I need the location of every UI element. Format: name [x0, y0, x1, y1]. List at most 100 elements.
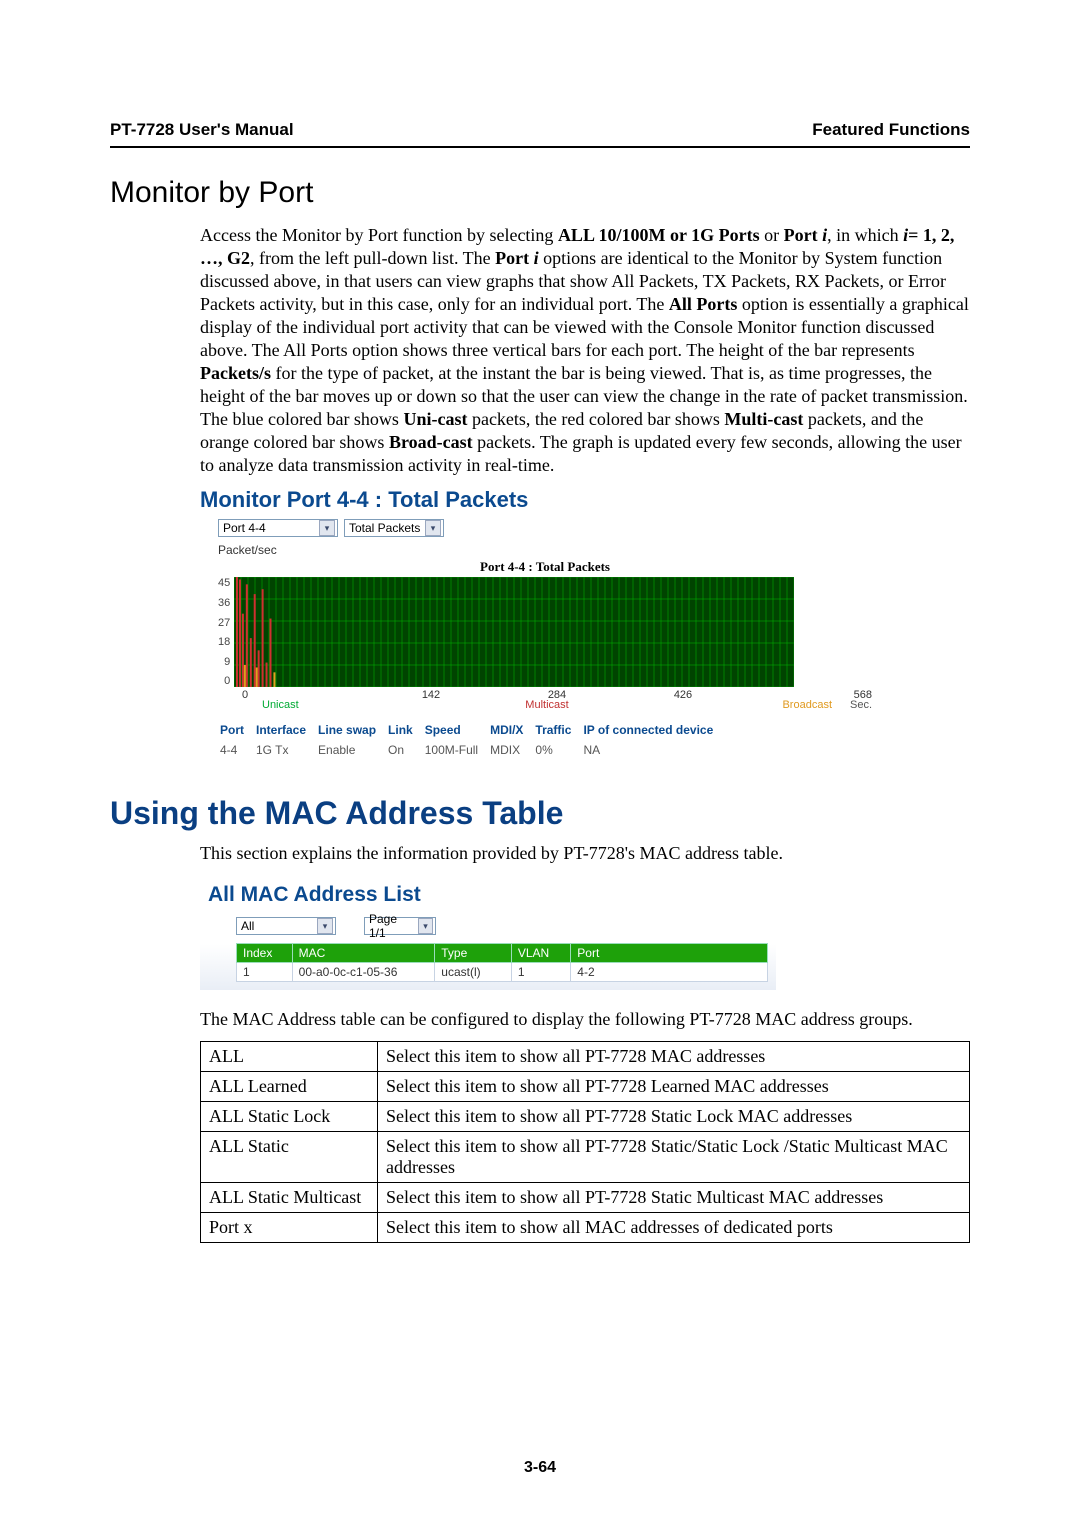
table-row: Port xSelect this item to show all MAC a…	[201, 1213, 970, 1243]
text-run: All Ports	[669, 294, 737, 314]
text-run: Uni-cast	[403, 409, 467, 429]
port-select[interactable]: Port 4-4 ▾	[218, 519, 338, 537]
text-run: packets, the red colored bar shows	[467, 409, 724, 429]
mac-intro: This section explains the information pr…	[200, 842, 970, 865]
info-value-cell: NA	[583, 741, 723, 759]
mac-col-header: MAC	[292, 944, 435, 963]
mac-address-panel: All MAC Address List All ▾ Page 1/1 ▾ In…	[200, 875, 776, 990]
text-run: Packets/s	[200, 363, 271, 383]
page-number: 3-64	[0, 1459, 1080, 1477]
info-header-cell: Link	[388, 721, 423, 739]
mac-cell: 1	[237, 963, 293, 982]
info-value-cell: MDIX	[490, 741, 533, 759]
port-select-value: Port 4-4	[223, 521, 266, 535]
text-run: ALL 10/100M or 1G Ports	[558, 225, 760, 245]
desc-key: ALL	[201, 1042, 378, 1072]
info-header-cell: Speed	[425, 721, 488, 739]
metric-select[interactable]: Total Packets ▾	[344, 519, 444, 537]
legend-multicast: Multicast	[452, 699, 642, 711]
port-info-table: PortInterfaceLine swapLinkSpeedMDI/XTraf…	[218, 719, 725, 761]
mac-filter-value: All	[241, 919, 254, 933]
info-value-cell: 4-4	[220, 741, 254, 759]
table-row: ALL LearnedSelect this item to show all …	[201, 1072, 970, 1102]
chart-yticks: 45 36 27 18 9 0	[218, 577, 234, 687]
header-right: Featured Functions	[812, 120, 970, 140]
text-run: Multi-cast	[724, 409, 803, 429]
desc-intro: The MAC Address table can be configured …	[200, 1008, 970, 1031]
mac-address-table: IndexMACTypeVLANPort 100-a0-0c-c1-05-36u…	[236, 943, 768, 982]
info-header-cell: Interface	[256, 721, 316, 739]
ytick: 0	[224, 675, 230, 687]
info-header-cell: IP of connected device	[583, 721, 723, 739]
info-header-cell: MDI/X	[490, 721, 533, 739]
table-row: ALLSelect this item to show all PT-7728 …	[201, 1042, 970, 1072]
chevron-down-icon: ▾	[418, 918, 433, 934]
info-header-cell: Traffic	[535, 721, 581, 739]
legend-sec: Sec.	[832, 699, 872, 711]
mac-page-select[interactable]: Page 1/1 ▾	[364, 917, 436, 935]
info-value-cell: 1G Tx	[256, 741, 316, 759]
mac-filter-select[interactable]: All ▾	[236, 917, 336, 935]
ytick: 9	[224, 656, 230, 668]
desc-key: ALL Static Multicast	[201, 1183, 378, 1213]
chevron-down-icon: ▾	[425, 520, 441, 536]
ytick: 27	[218, 617, 230, 629]
chevron-down-icon: ▾	[317, 918, 333, 934]
desc-value: Select this item to show all PT-7728 Sta…	[378, 1132, 970, 1183]
chart-legend: Unicast Multicast Broadcast Sec.	[242, 699, 872, 711]
desc-value: Select this item to show all PT-7728 Sta…	[378, 1183, 970, 1213]
monitor-by-port-paragraph: Access the Monitor by Port function by s…	[200, 224, 970, 477]
text-run: or	[760, 225, 784, 245]
table-row: ALL StaticSelect this item to show all P…	[201, 1132, 970, 1183]
monitor-panel-title: Monitor Port 4-4 : Total Packets	[200, 487, 872, 513]
desc-value: Select this item to show all PT-7728 MAC…	[378, 1042, 970, 1072]
monitor-port-panel: Monitor Port 4-4 : Total Packets Port 4-…	[200, 487, 872, 761]
chart-subtitle: Port 4-4 : Total Packets	[218, 559, 872, 575]
mac-panel-title: All MAC Address List	[208, 883, 768, 907]
table-row: ALL Static MulticastSelect this item to …	[201, 1183, 970, 1213]
section-title-monitor-by-port: Monitor by Port	[110, 176, 970, 210]
desc-value: Select this item to show all PT-7728 Sta…	[378, 1102, 970, 1132]
mac-col-header: Index	[237, 944, 293, 963]
mac-cell: 4-2	[571, 963, 768, 982]
legend-broadcast: Broadcast	[642, 699, 832, 711]
ytick: 18	[218, 636, 230, 648]
header-rule	[110, 146, 970, 148]
chart: Packet/sec Port 4-4 : Total Packets 45 36…	[218, 543, 872, 711]
info-value-cell: 100M-Full	[425, 741, 488, 759]
mac-page-value: Page 1/1	[369, 912, 414, 940]
text-run: Access the Monitor by Port function by s…	[200, 225, 558, 245]
desc-value: Select this item to show all PT-7728 Lea…	[378, 1072, 970, 1102]
text-run: Port	[784, 225, 822, 245]
desc-key: Port x	[201, 1213, 378, 1243]
text-run: Broad-cast	[389, 432, 473, 452]
table-row: 100-a0-0c-c1-05-36ucast(l)14-2	[237, 963, 768, 982]
info-value-cell: Enable	[318, 741, 386, 759]
header-left: PT-7728 User's Manual	[110, 120, 294, 140]
mac-cell: 1	[511, 963, 570, 982]
page-header: PT-7728 User's Manual Featured Functions	[110, 120, 970, 140]
mac-col-header: Port	[571, 944, 768, 963]
desc-key: ALL Static	[201, 1132, 378, 1183]
text-run: Port	[495, 248, 533, 268]
desc-key: ALL Learned	[201, 1072, 378, 1102]
info-header-cell: Line swap	[318, 721, 386, 739]
desc-value: Select this item to show all MAC address…	[378, 1213, 970, 1243]
text-run: , from the left pull-down list. The	[250, 248, 495, 268]
mac-cell: 00-a0-0c-c1-05-36	[292, 963, 435, 982]
chart-plot-area	[234, 577, 794, 687]
ytick: 36	[218, 597, 230, 609]
text-run: , in which	[827, 225, 903, 245]
info-value-cell: 0%	[535, 741, 581, 759]
mac-col-header: Type	[435, 944, 512, 963]
chart-ylabel: Packet/sec	[218, 543, 872, 557]
info-header-cell: Port	[220, 721, 254, 739]
section-title-mac-table: Using the MAC Address Table	[110, 795, 970, 832]
ytick: 45	[218, 577, 230, 589]
info-value-cell: On	[388, 741, 423, 759]
table-row: ALL Static LockSelect this item to show …	[201, 1102, 970, 1132]
desc-key: ALL Static Lock	[201, 1102, 378, 1132]
mac-cell: ucast(l)	[435, 963, 512, 982]
mac-col-header: VLAN	[511, 944, 570, 963]
chevron-down-icon: ▾	[319, 520, 335, 536]
